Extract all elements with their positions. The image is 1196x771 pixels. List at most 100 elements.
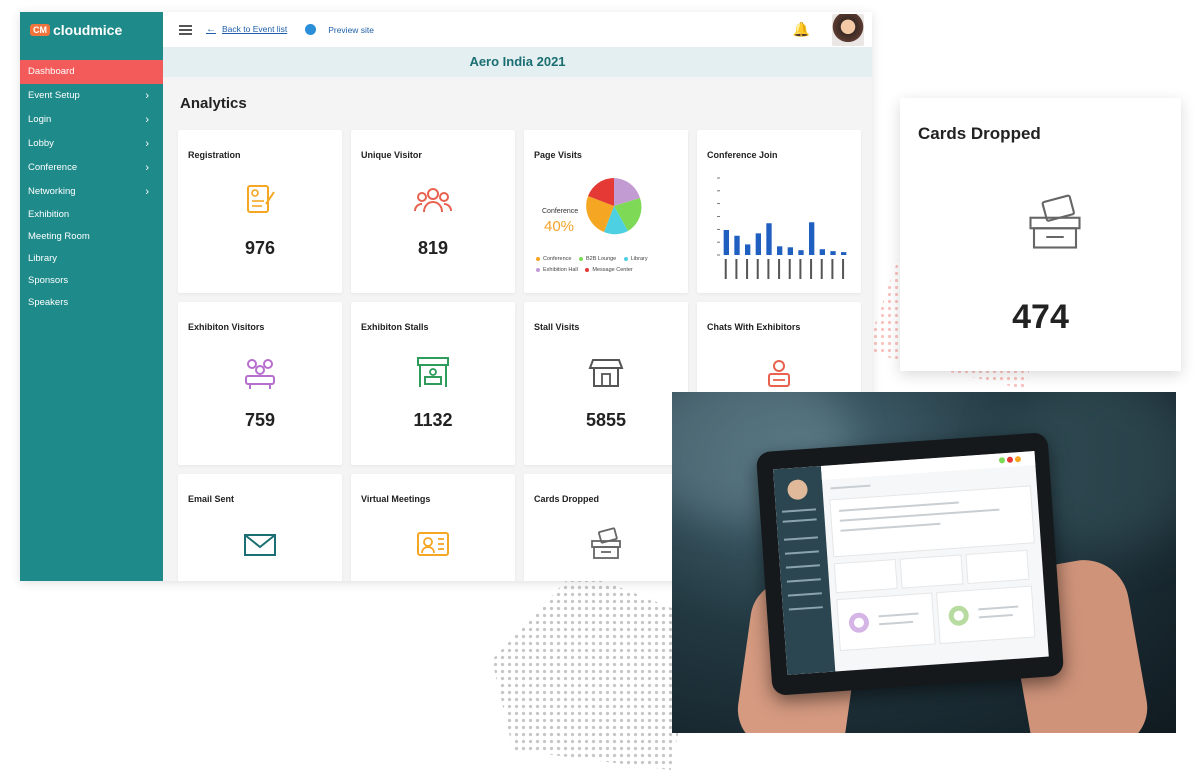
card-value: 1132 <box>413 410 453 430</box>
card-value: 759 <box>244 410 276 430</box>
card-title: Page Visits <box>534 150 582 160</box>
chevron-right-icon: › <box>145 186 149 198</box>
card-unique-visitor[interactable]: Unique Visitor 819 <box>351 130 515 293</box>
card-exhibition-stalls[interactable]: Exhibiton Stalls 1132 <box>351 302 515 465</box>
float-card-value: 474 <box>1012 298 1069 336</box>
bar-0 <box>723 229 729 255</box>
card-box-icon <box>591 527 621 559</box>
brand-name: cloudmice <box>53 22 123 38</box>
legend-item: Message Center <box>585 265 633 276</box>
stall-icon <box>417 357 449 387</box>
sidebar-item-sponsors[interactable]: Sponsors <box>20 270 163 292</box>
sidebar-item-lobby[interactable]: Lobby › <box>20 132 163 156</box>
sidebar-item-label: Library <box>28 253 58 264</box>
x-tick-label-1 <box>735 259 738 279</box>
card-title: Email Sent <box>188 494 235 504</box>
bar-6 <box>787 247 793 255</box>
event-title: Aero India 2021 <box>163 47 872 77</box>
card-title: Exhibiton Visitors <box>188 322 265 332</box>
card-title: Unique Visitor <box>361 150 422 160</box>
x-tick-label-7 <box>799 259 802 279</box>
arrow-left-icon: ← <box>206 24 216 35</box>
legend-item: B2B Lounge <box>578 254 616 265</box>
card-email-sent[interactable]: Email Sent <box>178 474 342 581</box>
x-tick-label-8 <box>810 259 813 279</box>
top-bar: ← Back to Event list Preview site 🔔 <box>163 12 872 48</box>
halftone-decoration-grey <box>492 570 702 770</box>
chevron-right-icon: › <box>145 138 149 150</box>
bar-11 <box>841 252 847 255</box>
card-title: Exhibiton Stalls <box>361 322 429 332</box>
card-stall-visits[interactable]: Stall Visits 5855 <box>524 302 688 465</box>
bar-10 <box>830 251 836 255</box>
card-exhibition-visitors[interactable]: Exhibiton Visitors 759 <box>178 302 342 465</box>
sidebar-item-library[interactable]: Library <box>20 248 163 270</box>
x-tick-label-3 <box>756 259 759 279</box>
sidebar-item-conference[interactable]: Conference › <box>20 156 163 180</box>
sidebar-item-dashboard[interactable]: Dashboard <box>20 60 163 84</box>
card-value: 976 <box>244 238 276 258</box>
pie-highlight-percent: 40% <box>544 218 575 235</box>
brand-logo[interactable]: CM cloudmice <box>20 12 163 48</box>
sidebar-item-exhibition[interactable]: Exhibition <box>20 204 163 226</box>
chevron-right-icon: › <box>145 90 149 102</box>
back-to-event-list-link[interactable]: ← Back to Event list <box>206 24 287 35</box>
card-title: Stall Visits <box>534 322 580 332</box>
sidebar-item-networking[interactable]: Networking › <box>20 180 163 204</box>
sidebar-item-label: Meeting Room <box>28 231 90 242</box>
envelope-icon <box>244 534 276 556</box>
card-box-icon <box>1029 194 1081 249</box>
tablet-device <box>755 432 1065 696</box>
sidebar-item-login[interactable]: Login › <box>20 108 163 132</box>
card-title: Conference Join <box>707 150 778 160</box>
sidebar-item-label: Speakers <box>28 297 69 308</box>
legend-item: Conference <box>536 254 571 265</box>
card-conference-join[interactable]: Conference Join <box>697 130 861 293</box>
preview-site-link[interactable]: Preview site <box>328 25 374 35</box>
card-value: 819 <box>417 238 449 258</box>
tablet-in-hands-photo <box>672 392 1176 733</box>
bar-7 <box>798 250 804 255</box>
sidebar-item-label: Conference <box>28 162 78 173</box>
float-card-title: Cards Dropped <box>918 124 1041 143</box>
card-cards-dropped[interactable]: Cards Dropped <box>524 474 688 581</box>
card-title: Chats With Exhibitors <box>707 322 801 332</box>
bar-1 <box>734 235 740 255</box>
chat-person-icon <box>768 360 790 387</box>
x-tick-label-9 <box>820 259 823 279</box>
preview-icon[interactable] <box>305 24 317 35</box>
pie-legend: Conference B2B Lounge Library Exhibition… <box>536 254 686 276</box>
video-meeting-icon <box>417 532 449 556</box>
notification-bell-icon[interactable]: 🔔 <box>793 21 810 38</box>
card-registration[interactable]: Registration 976 <box>178 130 342 293</box>
sidebar-nav: Dashboard Event Setup › Login › Lobby › Confere… <box>20 60 163 314</box>
bar-3 <box>755 233 761 255</box>
card-page-visits[interactable]: Page Visits Conference 40% Conference B2… <box>524 130 688 293</box>
sidebar-item-speakers[interactable]: Speakers <box>20 292 163 314</box>
bar-5 <box>777 246 783 255</box>
legend-item: Library <box>623 254 648 265</box>
x-tick-label-6 <box>788 259 791 279</box>
card-title: Cards Dropped <box>534 494 600 504</box>
user-avatar[interactable] <box>832 14 864 46</box>
sidebar-item-label: Event Setup <box>28 90 80 101</box>
x-tick-label-5 <box>778 259 781 279</box>
sidebar-item-meeting-room[interactable]: Meeting Room <box>20 226 163 248</box>
card-virtual-meetings[interactable]: Virtual Meetings <box>351 474 515 581</box>
sidebar-item-label: Networking <box>28 186 76 197</box>
audience-icon <box>245 359 275 389</box>
card-title: Virtual Meetings <box>361 494 431 504</box>
visitors-group-icon <box>414 188 452 213</box>
x-tick-label-2 <box>746 259 749 279</box>
analytics-heading: Analytics <box>180 95 247 112</box>
sidebar-item-event-setup[interactable]: Event Setup › <box>20 84 163 108</box>
cards-dropped-highlight-card: Cards Dropped 474 <box>900 98 1181 371</box>
bar-9 <box>819 249 825 255</box>
x-tick-label-0 <box>724 259 727 279</box>
chevron-right-icon: › <box>145 162 149 174</box>
bar-4 <box>766 223 772 255</box>
x-tick-label-11 <box>842 259 845 279</box>
brand-mark-icon: CM <box>30 24 50 36</box>
x-tick-label-4 <box>767 259 770 279</box>
hamburger-menu-icon[interactable] <box>179 23 192 37</box>
